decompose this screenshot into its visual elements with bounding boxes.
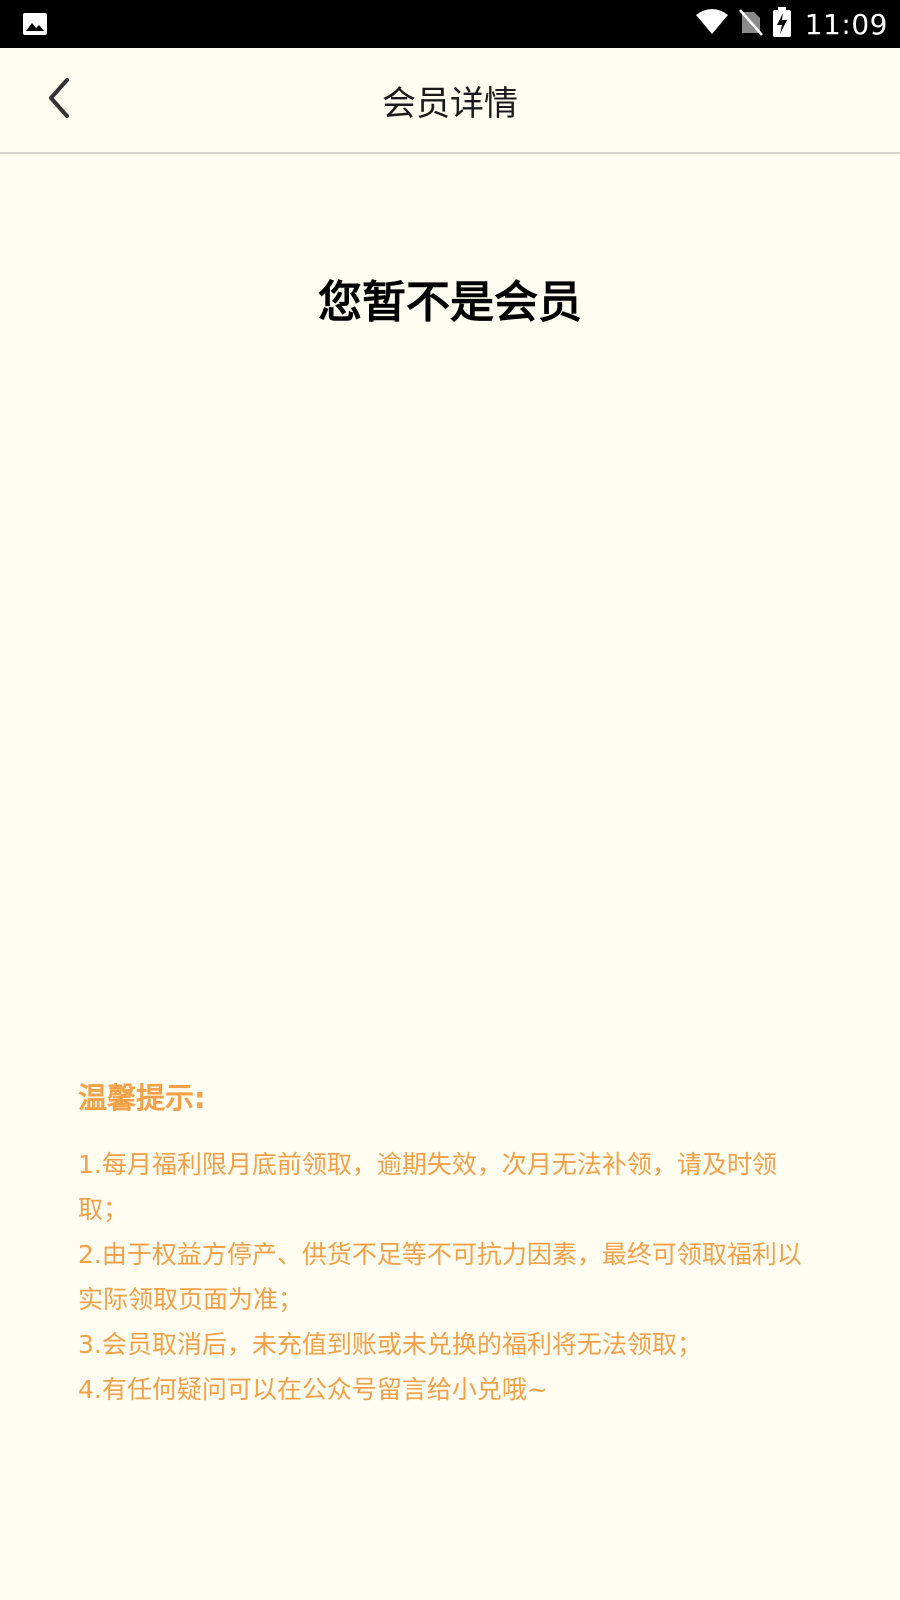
status-time: 11:09: [804, 7, 888, 41]
tips-title: 温馨提示:: [78, 1081, 206, 1115]
tip-item: 1.每月福利限月底前领取，逾期失效，次月无法补领，请及时领取；: [78, 1150, 777, 1224]
membership-status-message: 您暂不是会员: [318, 277, 582, 328]
tips-section: 温馨提示: 1.每月福利限月底前领取，逾期失效，次月无法补领，请及时领取； 2.…: [78, 1076, 818, 1412]
tip-item: 2.由于权益方停产、供货不足等不可抗力因素，最终可领取福利以实际领取页面为准；: [78, 1240, 802, 1314]
page-title: 会员详情: [382, 84, 518, 124]
tip-item: 3.会员取消后，未充值到账或未兑换的福利将无法领取；: [78, 1330, 702, 1359]
app-bar: 会员详情: [0, 48, 900, 154]
gallery-icon: [22, 12, 48, 36]
wifi-icon: [695, 8, 729, 40]
tip-item: 4.有任何疑问可以在公众号留言给小兑哦~: [78, 1375, 548, 1404]
status-bar: 11:09: [0, 0, 900, 48]
battery-charging-icon: [772, 7, 791, 41]
no-sim-icon: [738, 8, 763, 40]
status-icons: 11:09: [695, 0, 888, 48]
